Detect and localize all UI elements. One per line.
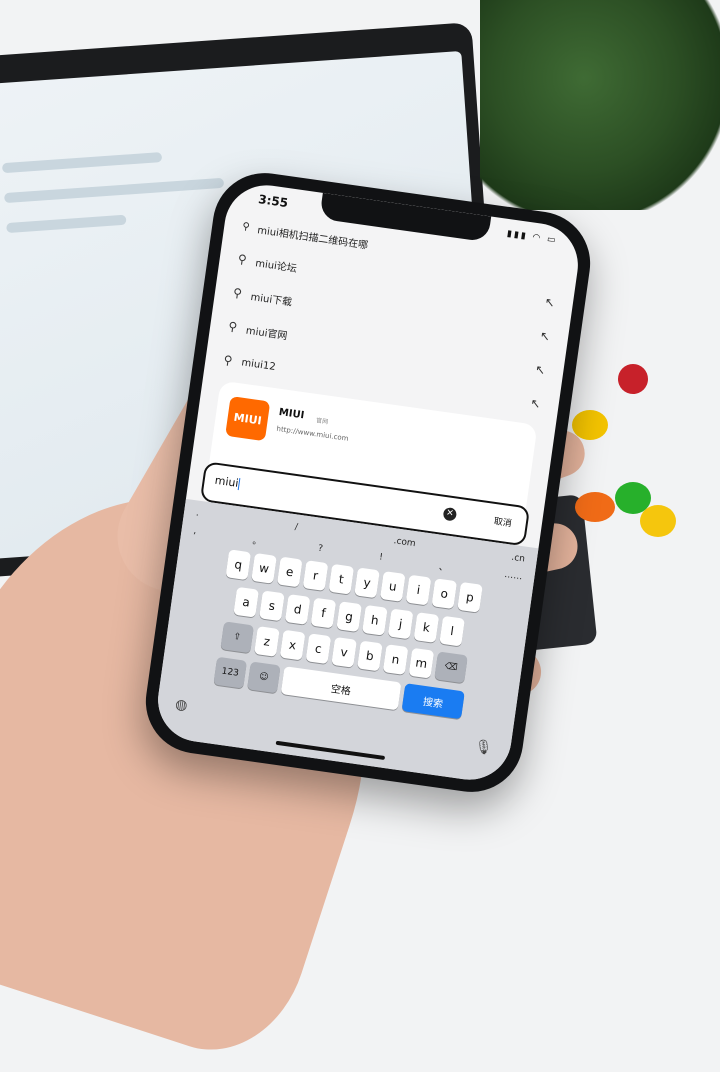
key[interactable]: w	[251, 552, 277, 584]
shift-key[interactable]: ⇧	[220, 621, 254, 654]
symbol-key[interactable]: ……	[504, 570, 523, 582]
key[interactable]: g	[336, 601, 362, 633]
key[interactable]: k	[413, 612, 440, 643]
keyboard: . / .com .cn , 。 ? ! 、 …… q w e r t y u	[152, 498, 539, 786]
fill-arrow-icon[interactable]: ↖	[530, 396, 542, 411]
search-icon: ⚲	[241, 220, 251, 233]
globe-icon[interactable]: ◍	[174, 696, 188, 714]
symbol-key[interactable]: !	[378, 552, 383, 562]
key[interactable]: l	[439, 615, 465, 647]
symbol-key[interactable]: 。	[252, 533, 263, 547]
symbol-key[interactable]: 、	[438, 559, 449, 573]
search-icon: ⚲	[222, 352, 234, 368]
clear-icon[interactable]: ✕	[442, 506, 458, 522]
status-icons: ▮▮▮ ◠ ▭	[506, 229, 558, 246]
key[interactable]: s	[259, 590, 285, 622]
background-line	[6, 214, 127, 234]
result-title: MIUI	[278, 406, 305, 422]
key[interactable]: j	[387, 608, 414, 640]
microphone-icon[interactable]: 🎙	[473, 738, 493, 756]
text-cursor	[237, 478, 241, 491]
status-time: 3:55	[257, 192, 289, 211]
key[interactable]: n	[382, 644, 409, 675]
search-icon: ⚲	[236, 251, 248, 267]
space-key[interactable]: 空格	[280, 666, 402, 711]
key[interactable]: x	[279, 629, 306, 661]
symbol-key[interactable]: ?	[317, 544, 323, 555]
key[interactable]: c	[305, 633, 332, 665]
phone: 3:55 ▮▮▮ ◠ ▭ ⚲ miui相机扫描二维码在哪 ⚲ miui论坛 ↖ …	[139, 166, 597, 799]
suggestion-text: miui相机扫描二维码在哪	[256, 224, 369, 252]
backspace-key[interactable]: ⌫	[434, 651, 468, 684]
key[interactable]: o	[431, 578, 458, 610]
prediction-key[interactable]: .cn	[511, 553, 526, 565]
key[interactable]: e	[276, 556, 303, 588]
wifi-icon: ◠	[531, 232, 543, 244]
background-line	[4, 177, 225, 204]
key[interactable]: h	[362, 604, 388, 636]
key[interactable]: b	[357, 640, 383, 672]
candy	[618, 364, 648, 394]
fill-arrow-icon[interactable]: ↖	[539, 329, 551, 344]
search-icon: ⚲	[227, 319, 239, 335]
signal-icon: ▮▮▮	[506, 228, 529, 242]
candy	[575, 492, 615, 522]
battery-icon: ▭	[546, 234, 559, 246]
fill-arrow-icon[interactable]: ↖	[534, 362, 546, 377]
key[interactable]: i	[405, 574, 432, 606]
emoji-icon: ☺	[258, 671, 270, 684]
key[interactable]: d	[284, 594, 311, 625]
search-value: miui	[213, 473, 241, 491]
candy	[640, 505, 676, 537]
fill-arrow-icon[interactable]: ↖	[544, 295, 556, 310]
key[interactable]: u	[379, 571, 406, 602]
background-plant	[480, 0, 720, 210]
backspace-icon: ⌫	[444, 661, 459, 674]
key[interactable]: q	[225, 549, 252, 581]
prediction-key[interactable]: .	[195, 508, 199, 518]
key[interactable]: a	[233, 586, 259, 618]
search-icon: ⚲	[232, 285, 243, 301]
result-url: http://www.miui.com	[276, 424, 349, 443]
key[interactable]: f	[310, 597, 337, 629]
key[interactable]: r	[302, 560, 329, 591]
key[interactable]: z	[254, 626, 280, 657]
key[interactable]: y	[354, 567, 380, 599]
background-line	[1, 152, 163, 174]
official-badge: 官网	[315, 417, 329, 426]
shift-icon: ⇧	[232, 631, 242, 643]
cancel-button[interactable]: 取消	[493, 514, 513, 529]
miui-logo: MIUI	[225, 396, 271, 442]
key[interactable]: m	[408, 647, 435, 679]
search-key[interactable]: 搜索	[401, 683, 465, 720]
symbol-key[interactable]: ,	[193, 526, 197, 536]
prediction-key[interactable]: .com	[393, 536, 416, 549]
emoji-key[interactable]: ☺	[247, 661, 281, 694]
key[interactable]: p	[457, 581, 483, 613]
key[interactable]: t	[328, 563, 355, 595]
number-key[interactable]: 123	[213, 656, 247, 689]
key[interactable]: v	[331, 636, 357, 668]
prediction-key[interactable]: /	[294, 522, 298, 532]
